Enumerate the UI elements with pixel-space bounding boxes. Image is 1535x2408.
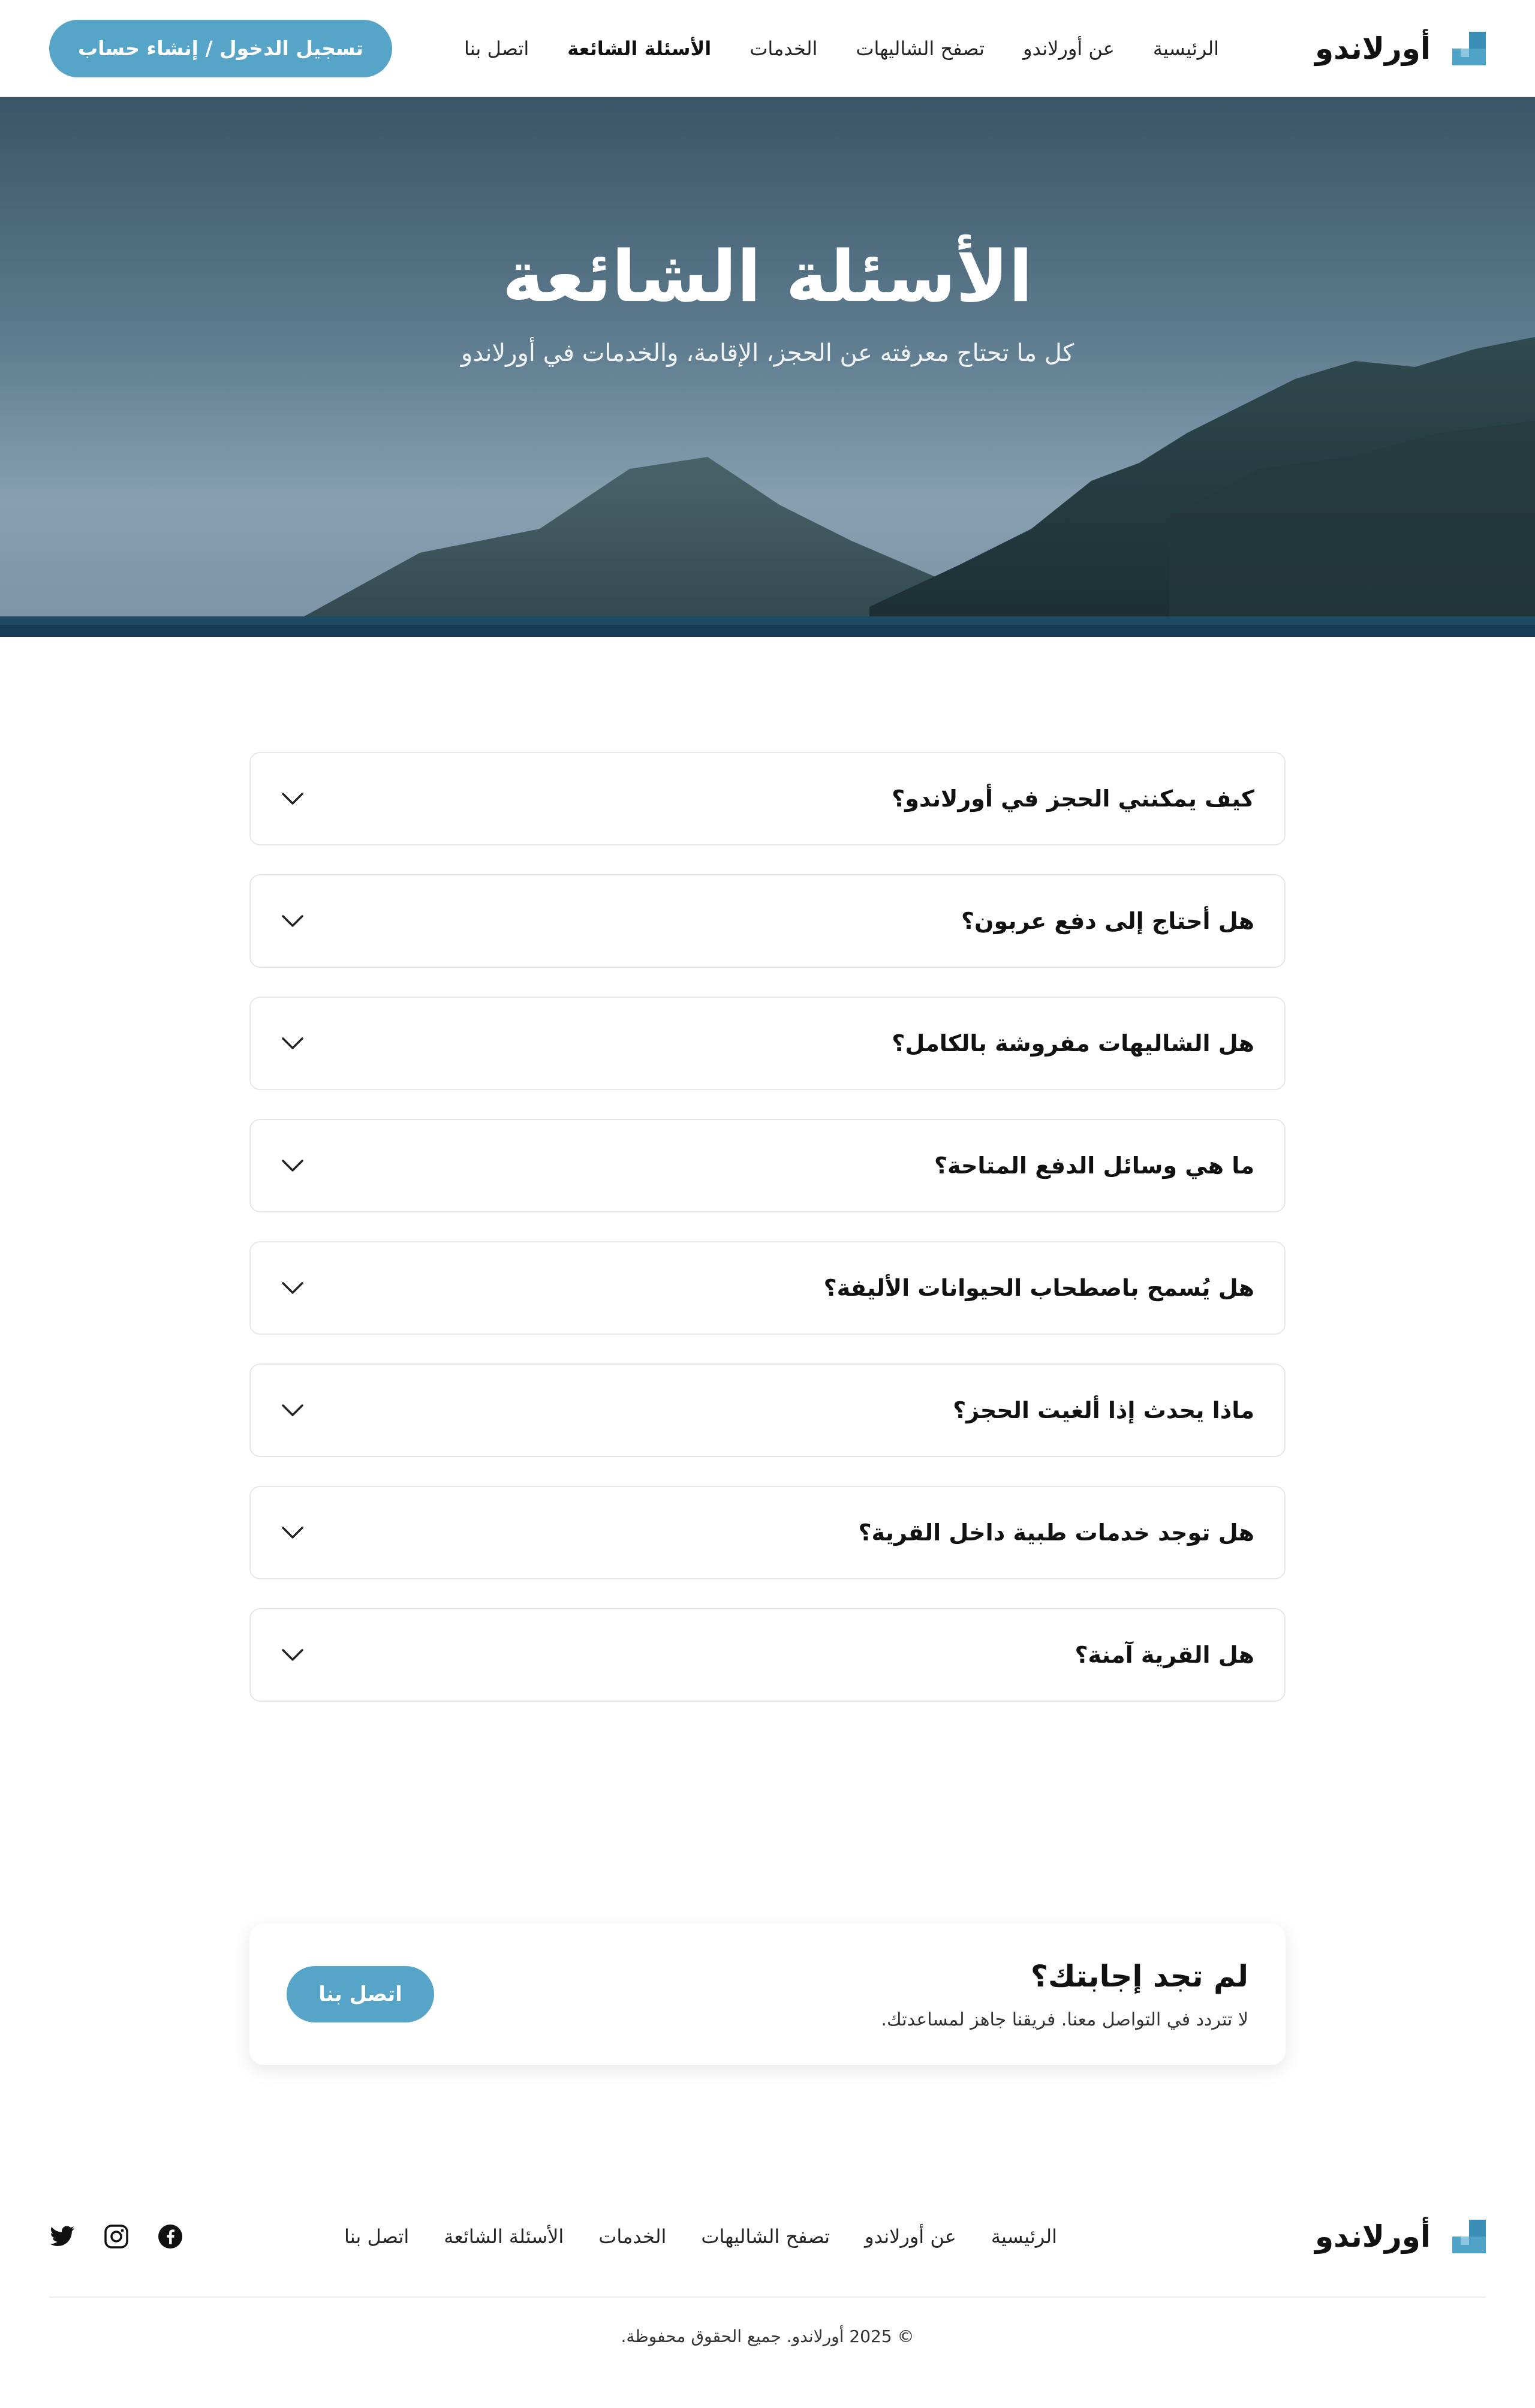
cta-text: لم تجد إجابتك؟ لا تتردد في التواصل معنا.… (881, 1959, 1248, 2030)
faq-question: هل أحتاج إلى دفع عربون؟ (961, 908, 1254, 934)
hero-banner: الأسئلة الشائعة كل ما تحتاج معرفته عن ال… (0, 97, 1535, 637)
chevron-down-icon[interactable] (281, 1276, 305, 1300)
footer-link-faq[interactable]: الأسئلة الشائعة (444, 2225, 564, 2248)
brand-logo-icon (1452, 31, 1486, 65)
social-links (49, 2223, 183, 2250)
faq-question: هل الشاليهات مفروشة بالكامل؟ (892, 1030, 1254, 1056)
faq-item[interactable]: هل الشاليهات مفروشة بالكامل؟ (249, 997, 1286, 1090)
faq-item[interactable]: ماذا يحدث إذا ألغيت الحجز؟ (249, 1363, 1286, 1457)
brand[interactable]: أورلاندو (1315, 31, 1486, 66)
brand-name: أورلاندو (1315, 31, 1431, 66)
chevron-down-icon[interactable] (281, 909, 305, 933)
footer-link-services[interactable]: الخدمات (598, 2225, 666, 2248)
faq-question: ما هي وسائل الدفع المتاحة؟ (934, 1152, 1254, 1179)
copyright-text: © 2025 أورلاندو. جميع الحقوق محفوظة. (621, 2326, 914, 2346)
page-subtitle: كل ما تحتاج معرفته عن الحجز، الإقامة، وا… (460, 339, 1074, 367)
chevron-down-icon[interactable] (281, 1031, 305, 1055)
footer-top: أورلاندو الرئيسية عن أورلاندو تصفح الشال… (49, 2213, 1486, 2260)
nav-item-contact[interactable]: اتصل بنا (464, 37, 529, 60)
contact-cta-card: لم تجد إجابتك؟ لا تتردد في التواصل معنا.… (249, 1924, 1286, 2065)
faq-question: هل توجد خدمات طبية داخل القرية؟ (858, 1519, 1255, 1546)
main-nav: الرئيسية عن أورلاندو تصفح الشاليهات الخد… (464, 37, 1219, 60)
faq-question: هل القرية آمنة؟ (1074, 1642, 1254, 1668)
chevron-down-icon[interactable] (281, 1643, 305, 1667)
faq-item[interactable]: هل القرية آمنة؟ (249, 1608, 1286, 1702)
footer-brand[interactable]: أورلاندو (1315, 2219, 1486, 2254)
faq-item[interactable]: كيف يمكنني الحجز في أورلاندو؟ (249, 752, 1286, 845)
faq-question: ماذا يحدث إذا ألغيت الحجز؟ (953, 1397, 1254, 1423)
cta-title: لم تجد إجابتك؟ (1030, 1958, 1248, 1994)
faq-question: هل يُسمح باصطحاب الحيوانات الأليفة؟ (823, 1275, 1254, 1301)
chevron-down-icon[interactable] (281, 1398, 305, 1422)
cta-subtitle: لا تتردد في التواصل معنا. فريقنا جاهز لم… (881, 2009, 1248, 2030)
footer-link-about[interactable]: عن أورلاندو (865, 2225, 956, 2248)
chevron-down-icon[interactable] (281, 1521, 305, 1545)
faq-item[interactable]: هل أحتاج إلى دفع عربون؟ (249, 874, 1286, 968)
nav-item-faq[interactable]: الأسئلة الشائعة (567, 37, 711, 60)
brand-logo-icon (1452, 2220, 1486, 2253)
faq-list: كيف يمكنني الحجز في أورلاندو؟ هل أحتاج إ… (249, 752, 1286, 1730)
nav-item-home[interactable]: الرئيسية (1153, 37, 1219, 60)
faq-question: كيف يمكنني الحجز في أورلاندو؟ (892, 785, 1254, 812)
footer-link-contact[interactable]: اتصل بنا (344, 2225, 409, 2248)
footer-nav: الرئيسية عن أورلاندو تصفح الشاليهات الخد… (344, 2225, 1057, 2248)
twitter-icon[interactable] (49, 2223, 76, 2250)
nav-item-services[interactable]: الخدمات (750, 37, 817, 60)
footer-link-home[interactable]: الرئيسية (991, 2225, 1057, 2248)
contact-us-button[interactable]: اتصل بنا (287, 1966, 434, 2022)
nav-item-chalets[interactable]: تصفح الشاليهات (856, 37, 985, 60)
chevron-down-icon[interactable] (281, 1154, 305, 1178)
instagram-icon[interactable] (103, 2223, 130, 2250)
page-title: الأسئلة الشائعة (502, 235, 1033, 318)
hero-text: الأسئلة الشائعة كل ما تحتاج معرفته عن ال… (0, 97, 1535, 637)
footer-link-chalets[interactable]: تصفح الشاليهات (701, 2225, 830, 2248)
faq-item[interactable]: هل يُسمح باصطحاب الحيوانات الأليفة؟ (249, 1241, 1286, 1335)
footer-divider (49, 2296, 1486, 2298)
site-header: أورلاندو الرئيسية عن أورلاندو تصفح الشال… (0, 0, 1535, 97)
nav-item-about[interactable]: عن أورلاندو (1023, 37, 1115, 60)
chevron-down-icon[interactable] (281, 787, 305, 811)
faq-item[interactable]: هل توجد خدمات طبية داخل القرية؟ (249, 1486, 1286, 1579)
faq-item[interactable]: ما هي وسائل الدفع المتاحة؟ (249, 1119, 1286, 1212)
footer-brand-name: أورلاندو (1315, 2219, 1431, 2254)
login-signup-button[interactable]: تسجيل الدخول / إنشاء حساب (49, 19, 393, 77)
facebook-icon[interactable] (157, 2223, 183, 2250)
